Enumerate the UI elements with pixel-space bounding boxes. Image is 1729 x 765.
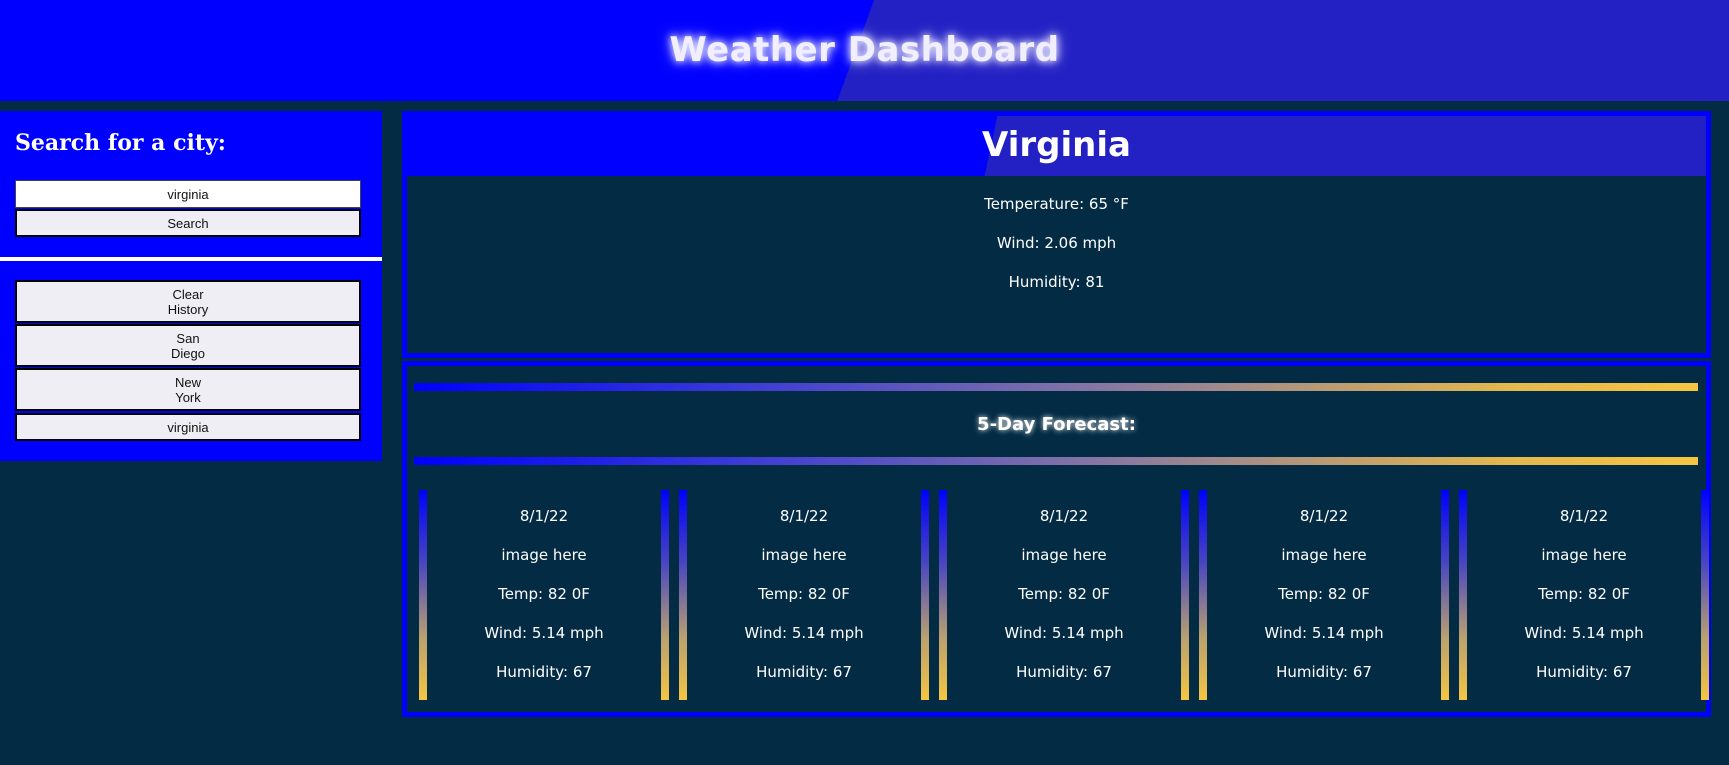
forecast-wind: Wind: 5.14 mph [1264, 624, 1384, 642]
forecast-day-card: 8/1/22 image here Temp: 82 0F Wind: 5.14… [1199, 490, 1449, 700]
forecast-image-placeholder: image here [501, 546, 587, 564]
forecast-wind: Wind: 5.14 mph [1524, 624, 1644, 642]
page-header: Weather Dashboard [0, 0, 1729, 101]
forecast-humidity: Humidity: 67 [1016, 663, 1112, 681]
forecast-image-placeholder: image here [1541, 546, 1627, 564]
history-item-label-line1: New [174, 374, 201, 390]
current-wind: Wind: 2.06 mph [996, 234, 1117, 252]
current-city-name: Virginia [982, 125, 1131, 165]
city-search-input[interactable] [15, 180, 361, 208]
current-temperature: Temperature: 65 °F [984, 195, 1129, 213]
forecast-bottom-gradient-bar [414, 457, 1698, 465]
forecast-image-placeholder: image here [761, 546, 847, 564]
history-item-label: virginia [167, 419, 209, 435]
history-item-label-line2: Diego [171, 345, 205, 361]
search-heading: Search for a city: [15, 130, 226, 156]
forecast-temp: Temp: 82 0F [1278, 585, 1370, 603]
forecast-day-card: 8/1/22 image here Temp: 82 0F Wind: 5.14… [419, 490, 669, 700]
forecast-temp: Temp: 82 0F [758, 585, 850, 603]
forecast-title: 5-Day Forecast: [977, 414, 1136, 435]
forecast-image-placeholder: image here [1281, 546, 1367, 564]
forecast-date: 8/1/22 [1039, 507, 1089, 525]
clear-history-label-line1: Clear [172, 286, 204, 302]
sidebar-divider [0, 257, 382, 261]
forecast-date: 8/1/22 [519, 507, 569, 525]
current-humidity: Humidity: 81 [1008, 273, 1105, 291]
clear-history-button[interactable]: Clear History [15, 280, 361, 323]
forecast-date: 8/1/22 [1299, 507, 1349, 525]
forecast-top-gradient-bar [414, 383, 1698, 391]
forecast-humidity: Humidity: 67 [756, 663, 852, 681]
page-title: Weather Dashboard [669, 30, 1060, 70]
clear-history-label-line2: History [167, 301, 209, 317]
history-item-label-line2: York [175, 389, 201, 405]
forecast-day-card: 8/1/22 image here Temp: 82 0F Wind: 5.14… [939, 490, 1189, 700]
history-item-label-line1: San [176, 330, 200, 346]
history-item-new-york[interactable]: New York [15, 368, 361, 411]
search-sidebar: Search for a city: Search Clear History … [0, 111, 382, 461]
forecast-humidity: Humidity: 67 [496, 663, 592, 681]
forecast-wind: Wind: 5.14 mph [484, 624, 604, 642]
forecast-temp: Temp: 82 0F [1538, 585, 1630, 603]
forecast-wind: Wind: 5.14 mph [744, 624, 864, 642]
forecast-day-card: 8/1/22 image here Temp: 82 0F Wind: 5.14… [1459, 490, 1709, 700]
history-item-virginia[interactable]: virginia [15, 413, 361, 441]
forecast-humidity: Humidity: 67 [1536, 663, 1632, 681]
forecast-image-placeholder: image here [1021, 546, 1107, 564]
history-item-san-diego[interactable]: San Diego [15, 324, 361, 367]
forecast-temp: Temp: 82 0F [498, 585, 590, 603]
forecast-date: 8/1/22 [1559, 507, 1609, 525]
forecast-temp: Temp: 82 0F [1018, 585, 1110, 603]
search-button-label: Search [167, 215, 209, 231]
forecast-humidity: Humidity: 67 [1276, 663, 1372, 681]
forecast-panel: 5-Day Forecast: 8/1/22 image here Temp: … [402, 361, 1711, 717]
forecast-date: 8/1/22 [779, 507, 829, 525]
search-button[interactable]: Search [15, 209, 361, 237]
current-weather-panel: Virginia Temperature: 65 °F Wind: 2.06 m… [402, 111, 1711, 358]
forecast-wind: Wind: 5.14 mph [1004, 624, 1124, 642]
forecast-day-card: 8/1/22 image here Temp: 82 0F Wind: 5.14… [679, 490, 929, 700]
